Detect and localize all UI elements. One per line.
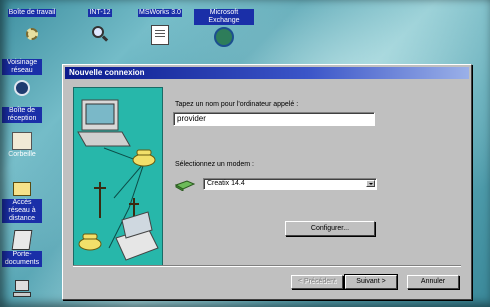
- computer-name-label: Tapez un nom pour l'ordinateur appelé :: [175, 101, 299, 108]
- configure-button[interactable]: Configurer...: [285, 221, 375, 236]
- modem-select[interactable]: Creatix 14.4: [203, 178, 377, 190]
- new-connection-dialog: Nouvelle connexion Tapez un nom pour l'o…: [62, 64, 472, 300]
- modem-select-value: Creatix 14.4: [207, 180, 245, 187]
- chevron-down-icon[interactable]: [366, 180, 375, 187]
- cancel-button[interactable]: Annuler: [407, 275, 459, 289]
- computer-name-input[interactable]: provider: [173, 112, 375, 126]
- next-button[interactable]: Suivant >: [344, 274, 398, 290]
- back-button[interactable]: < Précédent: [291, 275, 343, 289]
- dialog-titlebar[interactable]: Nouvelle connexion: [65, 67, 469, 79]
- dialog-title: Nouvelle connexion: [69, 68, 145, 77]
- modem-connection-image: [77, 99, 159, 261]
- modem-select-label: Sélectionnez un modem :: [175, 161, 254, 168]
- modem-icon: [175, 180, 195, 191]
- dialog-separator: [73, 265, 461, 267]
- connection-illustration: [73, 87, 163, 267]
